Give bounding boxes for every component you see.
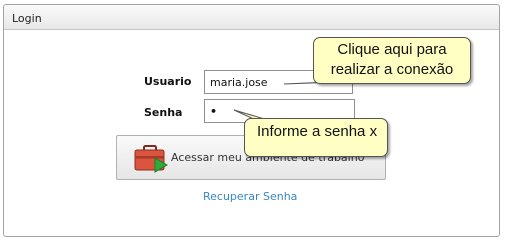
toolbox-arrow-icon: [134, 145, 168, 173]
connect-tooltip-line2: realizar a conexão: [330, 61, 454, 78]
user-label: Usuario: [144, 75, 192, 88]
password-label: Senha: [144, 106, 183, 119]
password-tooltip: Informe a senha x: [244, 118, 388, 157]
connect-tooltip-line1: Clique aqui para: [337, 41, 447, 58]
recover-password-link[interactable]: Recuperar Senha: [203, 190, 297, 203]
panel-title: Login: [4, 5, 499, 30]
connect-tooltip: Clique aqui para realizar a conexão: [313, 37, 471, 84]
